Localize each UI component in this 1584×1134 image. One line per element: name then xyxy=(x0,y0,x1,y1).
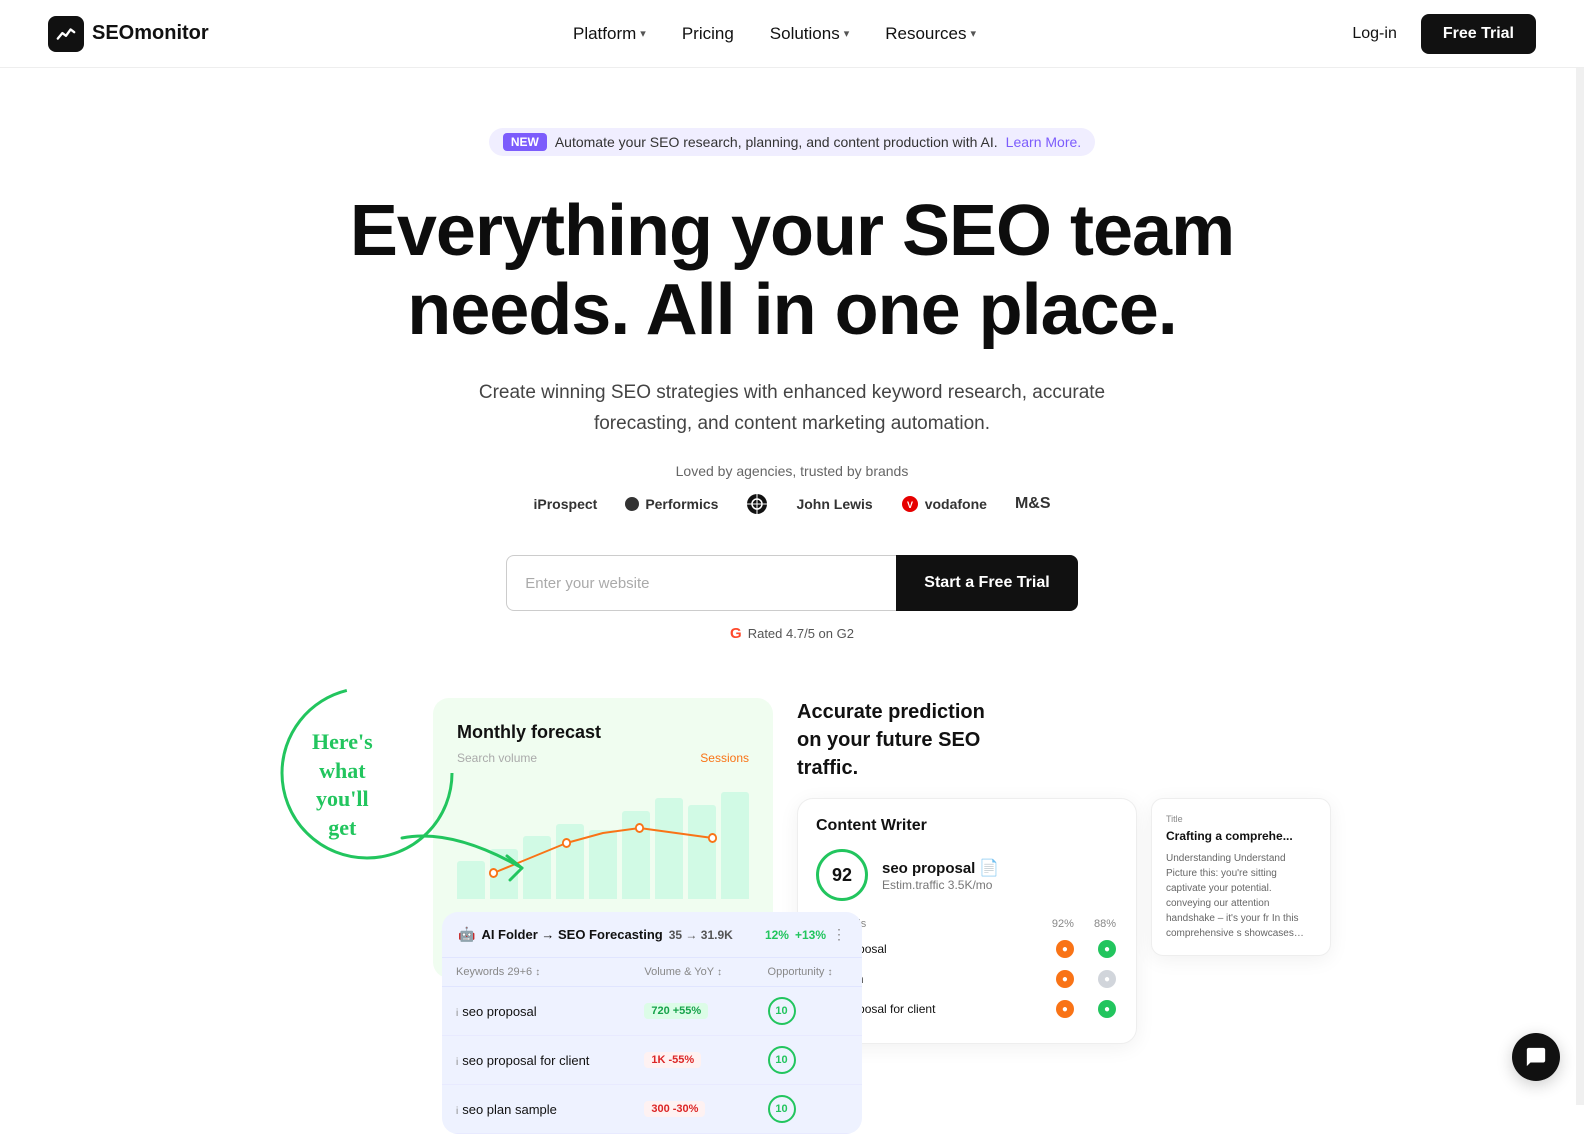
logo[interactable]: SEOmonitor xyxy=(48,16,209,52)
chat-icon xyxy=(1525,1046,1547,1068)
svg-text:V: V xyxy=(907,500,913,510)
article-title: Crafting a comprehe... xyxy=(1166,828,1316,845)
announcement-bar: NEW Automate your SEO research, planning… xyxy=(489,128,1095,156)
seo-folder-table: Keywords 29+6 ↕ Volume & YoY ↕ Opportuni… xyxy=(442,958,862,1134)
g2-rating: G Rated 4.7/5 on G2 xyxy=(282,625,1302,642)
content-keyword: seo proposal 📄 xyxy=(882,858,999,878)
nav-actions: Log-in Free Trial xyxy=(1340,14,1536,54)
dot-3-c1: ● xyxy=(1034,995,1074,1023)
expand-icon[interactable]: ⋮ xyxy=(832,926,846,943)
announcement-text: Automate your SEO research, planning, an… xyxy=(555,134,998,150)
login-link[interactable]: Log-in xyxy=(1340,17,1408,51)
handwritten-text: Here'swhatyou'llget xyxy=(292,698,393,872)
arrow-icon xyxy=(392,818,552,898)
col-c1-header: 92% xyxy=(1034,915,1074,933)
g2-text: Rated 4.7/5 on G2 xyxy=(748,626,854,641)
website-input[interactable] xyxy=(506,555,896,611)
logo-icon xyxy=(48,16,84,52)
g2-logo: G xyxy=(730,625,742,642)
vol-1k: 1K -55% xyxy=(644,1052,701,1068)
announcement-link[interactable]: Learn More. xyxy=(1006,134,1081,150)
platform-chevron-icon: ▾ xyxy=(640,27,646,40)
article-body: Understanding Understand Picture this: y… xyxy=(1166,851,1316,941)
article-preview: Title Crafting a comprehe... Understandi… xyxy=(1151,798,1331,955)
hero-section: NEW Automate your SEO research, planning… xyxy=(242,68,1342,698)
nav-resources[interactable]: Resources ▾ xyxy=(871,16,990,52)
nav-links: Platform ▾ Pricing Solutions ▾ Resources… xyxy=(559,16,990,52)
dot-2-c1: ● xyxy=(1034,965,1074,993)
opp-2: 10 xyxy=(768,1046,796,1074)
handwritten-section: Here'swhatyou'llget xyxy=(292,698,393,872)
solutions-chevron-icon: ▾ xyxy=(844,27,850,40)
content-meta: seo proposal 📄 Estim.traffic 3.5K/mo xyxy=(882,858,999,892)
seo-folder-pct2: +13% xyxy=(795,928,826,942)
nav-pricing[interactable]: Pricing xyxy=(668,16,748,52)
accurate-text: Accurate prediction on your future SEO t… xyxy=(797,698,1017,782)
seo-row-3: iseo plan sample 300 -30% 10 xyxy=(442,1085,862,1134)
seo-folder-pct1: 12% xyxy=(765,928,789,942)
seo-folder-card: 🤖 AI Folder → SEO Forecasting 35 → 31.9K… xyxy=(442,912,862,1134)
seo-folder-container: 🤖 AI Folder → SEO Forecasting 35 → 31.9K… xyxy=(442,912,862,1134)
brand-iprospect: iProspect xyxy=(534,496,598,512)
resources-chevron-icon: ▾ xyxy=(971,27,977,40)
forecast-title: Monthly forecast xyxy=(457,722,749,743)
hero-title: Everything your SEO team needs. All in o… xyxy=(282,192,1302,350)
right-column: Accurate prediction on your future SEO t… xyxy=(797,698,1331,1044)
seo-row-2: iseo proposal for client 1K -55% 10 xyxy=(442,1036,862,1085)
hero-subtitle: Create winning SEO strategies with enhan… xyxy=(452,378,1132,439)
vol-300: 300 -30% xyxy=(644,1101,705,1117)
dot-2-c2: ● xyxy=(1076,965,1116,993)
seo-folder-title: 🤖 AI Folder → SEO Forecasting 35 → 31.9K xyxy=(458,926,733,943)
announcement-badge: NEW xyxy=(503,133,547,151)
vol-720: 720 +55% xyxy=(644,1003,708,1019)
col-kw-header: Keywords 29+6 ↕ xyxy=(442,958,630,987)
forecast-sessions-label: Sessions xyxy=(700,751,749,765)
hero-trust-text: Loved by agencies, trusted by brands xyxy=(282,463,1302,479)
score-circle: 92 xyxy=(816,849,868,901)
brand-vodafone: V vodafone xyxy=(901,495,987,513)
seo-row-1: iseo proposal 720 +55% 10 xyxy=(442,987,862,1036)
article-title-label: Title xyxy=(1166,813,1316,826)
brand-ms: M&S xyxy=(1015,495,1051,513)
chat-bubble[interactable] xyxy=(1512,1033,1560,1081)
content-row-3: seo proposal for client ● ● xyxy=(818,995,1116,1023)
col-opp-header: Opportunity ↕ xyxy=(754,958,862,987)
opp-3: 10 xyxy=(768,1095,796,1123)
dot-1-c1: ● xyxy=(1034,935,1074,963)
content-row-1: seo proposal ● ● xyxy=(818,935,1116,963)
free-trial-button[interactable]: Free Trial xyxy=(1421,14,1536,54)
content-main: 92 seo proposal 📄 Estim.traffic 3.5K/mo xyxy=(816,849,1118,901)
seo-folder-header: 🤖 AI Folder → SEO Forecasting 35 → 31.9K… xyxy=(442,912,862,958)
brand-john-lewis: John Lewis xyxy=(796,496,872,512)
cta-row: Start a Free Trial xyxy=(282,555,1302,611)
content-card-title: Content Writer xyxy=(816,817,1118,835)
navigation: SEOmonitor Platform ▾ Pricing Solutions … xyxy=(0,0,1584,68)
brand-performics: Performics xyxy=(625,496,718,512)
content-row-2: seo plan ● ● xyxy=(818,965,1116,993)
logo-svg xyxy=(55,23,77,45)
content-estim: Estim.traffic 3.5K/mo xyxy=(882,878,999,892)
scrollbar[interactable] xyxy=(1576,0,1584,1105)
opp-1: 10 xyxy=(768,997,796,1025)
start-trial-button[interactable]: Start a Free Trial xyxy=(896,555,1077,611)
brand-logos: iProspect Performics John Lewis V vodafo… xyxy=(282,493,1302,515)
nav-platform[interactable]: Platform ▾ xyxy=(559,16,660,52)
col-vol-header: Volume & YoY ↕ xyxy=(630,958,753,987)
nav-solutions[interactable]: Solutions ▾ xyxy=(756,16,863,52)
dot-1-c2: ● xyxy=(1076,935,1116,963)
brand-unknown xyxy=(746,493,768,515)
dot-3-c2: ● xyxy=(1076,995,1116,1023)
logo-text: SEOmonitor xyxy=(92,22,209,45)
col-c2-header: 88% xyxy=(1076,915,1116,933)
forecast-search-label: Search volume xyxy=(457,751,537,765)
